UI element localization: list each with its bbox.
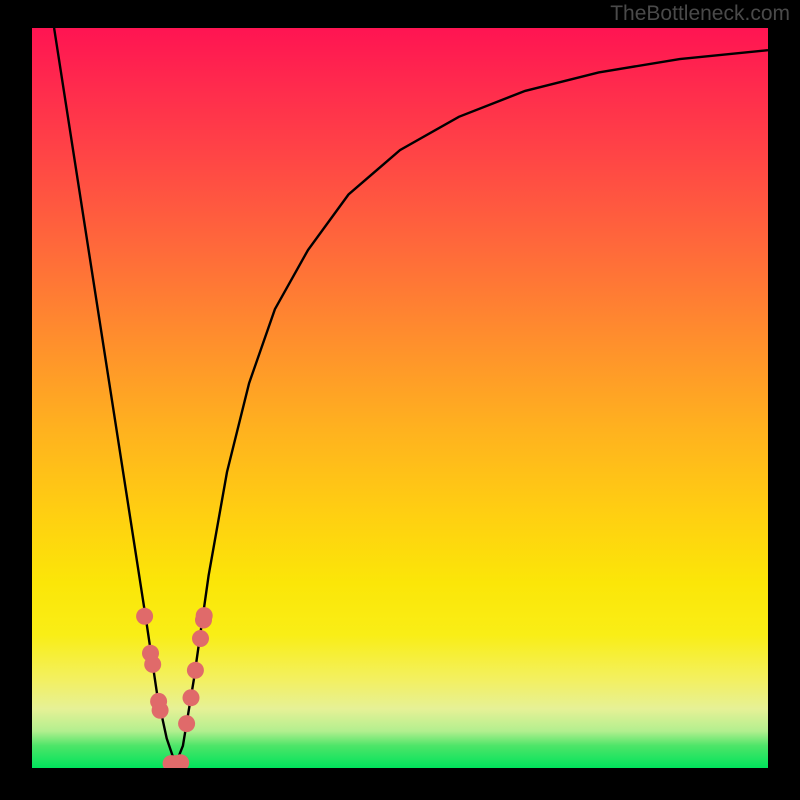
- data-marker: [196, 607, 213, 624]
- data-marker: [178, 715, 195, 732]
- watermark-text: TheBottleneck.com: [610, 2, 790, 26]
- data-marker: [183, 689, 200, 706]
- data-marker: [136, 608, 153, 625]
- bottleneck-curve: [54, 28, 768, 764]
- data-marker: [152, 702, 169, 719]
- curve-svg: [32, 28, 768, 768]
- data-marker: [187, 662, 204, 679]
- plot-area: [32, 28, 768, 768]
- data-marker: [144, 656, 161, 673]
- chart-container: TheBottleneck.com: [0, 0, 800, 800]
- data-marker: [192, 630, 209, 647]
